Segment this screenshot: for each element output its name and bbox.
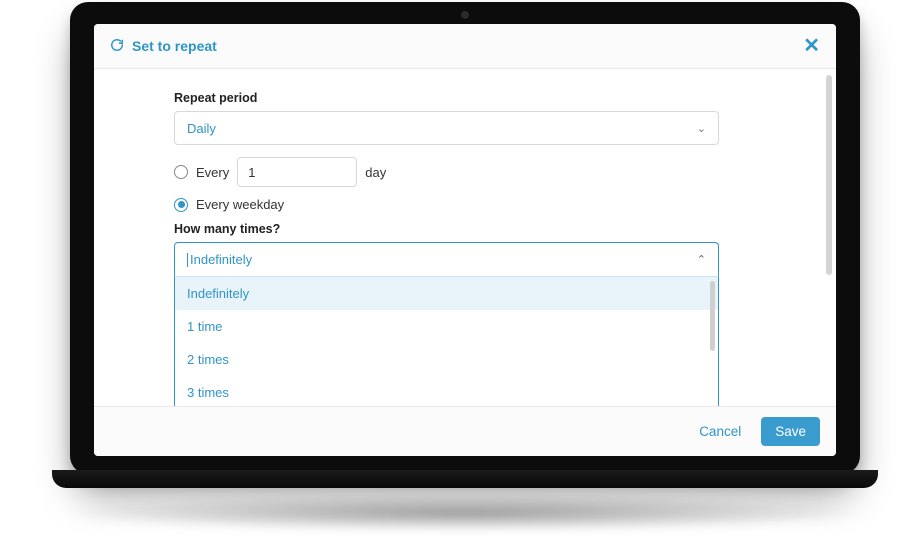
cancel-button[interactable]: Cancel (689, 418, 751, 445)
how-many-label: How many times? (174, 222, 812, 236)
dropdown-option[interactable]: 3 times (175, 376, 718, 406)
repeat-period-select[interactable]: Daily ⌄ (174, 111, 719, 145)
scrollbar[interactable] (826, 75, 832, 275)
close-icon[interactable]: ✕ (803, 36, 820, 56)
how-many-combobox: Indefinitely ⌃ Indefinitely 1 time 2 tim… (174, 242, 719, 406)
laptop-shadow (70, 495, 860, 531)
dropdown-option[interactable]: 2 times (175, 343, 718, 376)
chevron-down-icon: ⌄ (697, 122, 706, 135)
radio-every-row: Every day (174, 157, 812, 187)
radio-weekday-row: Every weekday (174, 197, 812, 212)
radio-every-label: Every (196, 165, 229, 180)
repeat-period-value: Daily (187, 121, 216, 136)
every-unit-label: day (365, 165, 386, 180)
laptop-frame: Set to repeat ✕ Repeat period Daily ⌄ Ev… (70, 2, 860, 474)
dialog-title-wrap: Set to repeat (110, 38, 217, 55)
text-caret (187, 253, 188, 267)
save-button[interactable]: Save (761, 417, 820, 446)
how-many-dropdown: Indefinitely 1 time 2 times 3 times 4 ti… (174, 276, 719, 406)
dropdown-option[interactable]: Indefinitely (175, 277, 718, 310)
camera-dot (461, 11, 469, 19)
every-count-input[interactable] (237, 157, 357, 187)
dropdown-option[interactable]: 1 time (175, 310, 718, 343)
dialog-title: Set to repeat (132, 38, 217, 54)
radio-weekday-label: Every weekday (196, 197, 284, 212)
repeat-period-label: Repeat period (174, 91, 812, 105)
dropdown-scrollbar[interactable] (710, 281, 715, 351)
repeat-icon (110, 38, 124, 55)
dialog-window: Set to repeat ✕ Repeat period Daily ⌄ Ev… (94, 24, 836, 456)
how-many-value: Indefinitely (190, 252, 252, 267)
how-many-input[interactable]: Indefinitely ⌃ (174, 242, 719, 276)
dialog-header: Set to repeat ✕ (94, 24, 836, 69)
dialog-body: Repeat period Daily ⌄ Every day Every we… (94, 69, 836, 406)
radio-every[interactable] (174, 165, 188, 179)
radio-weekday[interactable] (174, 198, 188, 212)
laptop-base (52, 470, 878, 488)
chevron-up-icon: ⌃ (697, 253, 706, 266)
dialog-footer: Cancel Save (94, 406, 836, 456)
